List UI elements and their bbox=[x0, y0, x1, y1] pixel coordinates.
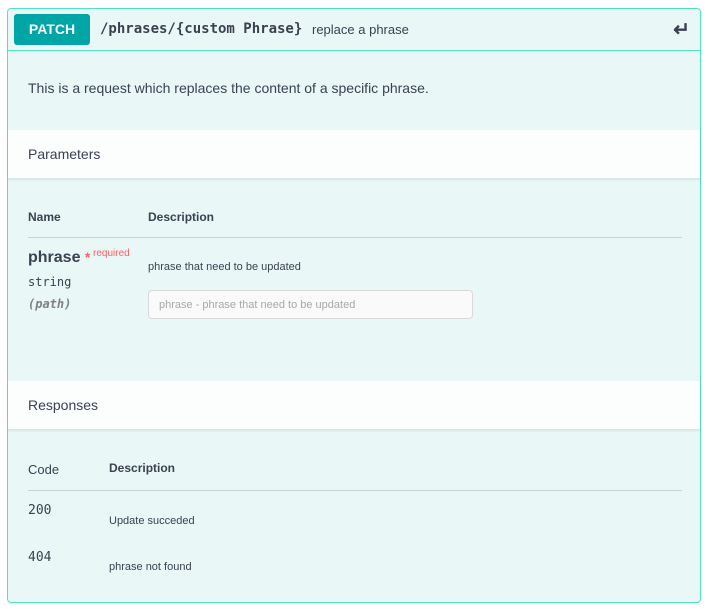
operation-path: /phrases/{custom Phrase} bbox=[100, 21, 303, 37]
operation-block: PATCH /phrases/{custom Phrase} replace a… bbox=[7, 8, 701, 603]
param-location: (path) bbox=[28, 297, 72, 311]
operation-header[interactable]: PATCH /phrases/{custom Phrase} replace a… bbox=[8, 9, 700, 51]
return-arrow-icon[interactable]: ↵ bbox=[673, 17, 690, 42]
method-badge: PATCH bbox=[14, 14, 90, 45]
operation-summary: replace a phrase bbox=[312, 22, 409, 37]
responses-section-header: Responses bbox=[8, 381, 700, 430]
response-description: Update succeded bbox=[109, 515, 195, 527]
param-name: phrase * bbox=[28, 249, 91, 266]
param-col-name: Name bbox=[28, 210, 61, 224]
response-col-description: Description bbox=[109, 461, 176, 475]
response-col-code: Code bbox=[28, 462, 60, 477]
responses-title: Responses bbox=[28, 397, 99, 413]
divider bbox=[28, 237, 682, 238]
response-code: 200 bbox=[28, 503, 52, 518]
param-type: string bbox=[28, 275, 72, 289]
param-col-description: Description bbox=[148, 210, 215, 224]
response-code: 404 bbox=[28, 550, 52, 565]
response-description: phrase not found bbox=[109, 561, 192, 573]
divider bbox=[28, 490, 682, 491]
parameters-title: Parameters bbox=[28, 146, 101, 162]
operation-description: This is a request which replaces the con… bbox=[28, 80, 429, 96]
parameters-section-header: Parameters bbox=[8, 130, 700, 179]
required-label: required bbox=[93, 248, 130, 259]
phrase-input[interactable] bbox=[148, 290, 473, 319]
param-description: phrase that need to be updated bbox=[148, 261, 301, 273]
